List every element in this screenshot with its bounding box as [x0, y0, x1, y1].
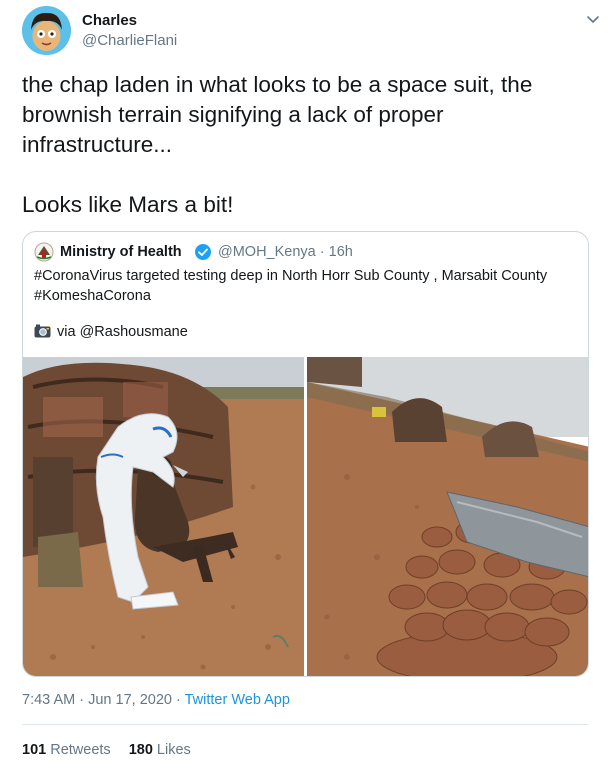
likes-stat[interactable]: 180 Likes — [129, 742, 191, 758]
divider — [22, 724, 589, 725]
quoted-via-text[interactable]: via @Rashousmane — [57, 324, 188, 340]
retweets-label: Retweets — [50, 742, 111, 758]
quoted-tweet[interactable]: Ministry of Health @MOH_Kenya · 16h #Cor… — [22, 231, 589, 677]
tweet-text: the chap laden in what looks to be a spa… — [22, 72, 533, 217]
quoted-meta: @MOH_Kenya · 16h — [218, 244, 353, 260]
quoted-tweet-text: #CoronaVirus targeted testing deep in No… — [34, 268, 548, 304]
likes-label: Likes — [156, 742, 191, 758]
avatar[interactable] — [22, 6, 71, 55]
quoted-author-name[interactable]: Ministry of Health — [60, 244, 182, 260]
ministry-logo-icon — [34, 242, 54, 262]
chevron-down-icon[interactable] — [584, 10, 602, 28]
author-name[interactable]: Charles — [82, 12, 137, 29]
meta-separator: · — [319, 244, 325, 260]
meta-separator: · — [79, 692, 85, 708]
tweet-timestamp: 7:43 AM · Jun 17, 2020 · Twitter Web App — [22, 692, 290, 708]
likes-count: 180 — [128, 742, 153, 758]
quoted-via-line: via @Rashousmane — [34, 324, 188, 340]
photo-rocks[interactable] — [307, 357, 588, 676]
author-handle[interactable]: @CharlieFlani — [82, 32, 177, 49]
photo-grid — [23, 357, 588, 676]
quoted-age[interactable]: 16h — [329, 244, 353, 260]
tweet-header: Charles @CharlieFlani — [22, 6, 602, 56]
verified-badge-icon — [195, 244, 211, 260]
engagement-stats: 101 Retweets 180 Likes — [22, 742, 191, 758]
tweet-time[interactable]: 7:43 AM — [22, 692, 75, 708]
retweets-count: 101 — [22, 742, 47, 758]
quoted-author-handle[interactable]: @MOH_Kenya — [218, 244, 316, 260]
photo-testing[interactable] — [23, 357, 304, 676]
retweets-stat[interactable]: 101 Retweets — [22, 742, 111, 758]
camera-icon — [34, 324, 51, 338]
meta-separator: · — [176, 692, 181, 708]
source-app-link[interactable]: Twitter Web App — [185, 692, 290, 708]
tweet-date[interactable]: Jun 17, 2020 — [88, 692, 172, 708]
quoted-tweet-header: Ministry of Health @MOH_Kenya · 16h — [34, 242, 574, 262]
